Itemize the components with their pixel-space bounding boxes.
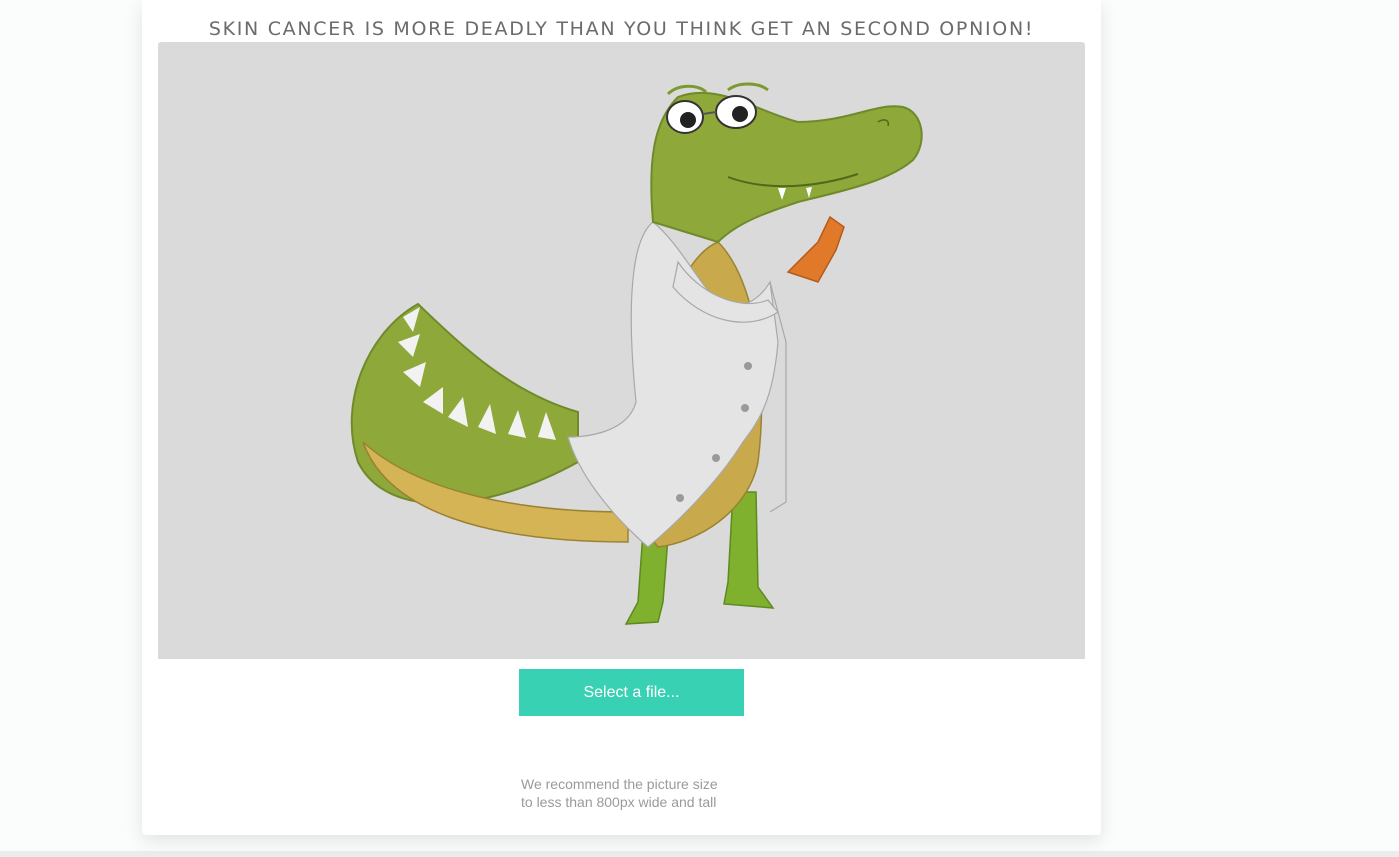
- coat-button: [744, 362, 752, 370]
- page-headline: SKIN CANCER IS MORE DEADLY THAN YOU THIN…: [208, 18, 1035, 40]
- right-pupil: [732, 106, 748, 122]
- coat-button: [712, 454, 720, 462]
- hint-line-1: We recommend the picture size: [521, 776, 718, 792]
- orange-object: [786, 215, 845, 283]
- coat-button: [676, 494, 684, 502]
- hint-line-2: to less than 800px wide and tall: [521, 794, 717, 810]
- left-pupil: [680, 112, 696, 128]
- page-bottom-edge: [0, 851, 1399, 857]
- upload-card: SKIN CANCER IS MORE DEADLY THAN YOU THIN…: [142, 0, 1101, 835]
- select-file-button[interactable]: Select a file...: [519, 669, 744, 716]
- image-size-hint: We recommend the picture size to less th…: [521, 775, 721, 811]
- eyebrows: [666, 82, 769, 96]
- image-preview: [158, 42, 1085, 659]
- crocodile-doctor-illustration: [350, 82, 923, 625]
- coat-button: [741, 404, 749, 412]
